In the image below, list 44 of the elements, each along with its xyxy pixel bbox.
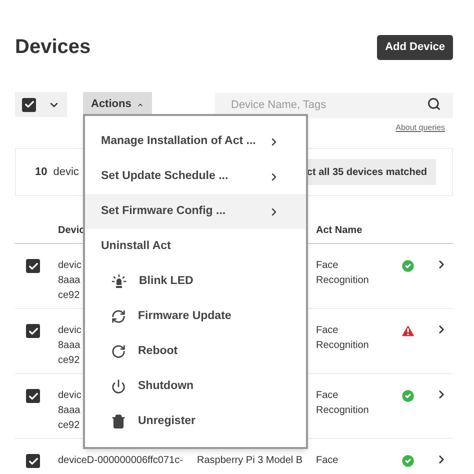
menu-item[interactable]: Set Update Schedule ... bbox=[85, 159, 306, 194]
menu-item[interactable]: Blink LED bbox=[85, 264, 306, 299]
act-name-text: Face Recognition bbox=[316, 324, 370, 353]
select-all-control[interactable] bbox=[15, 92, 67, 117]
device-id-text: 8aaa bbox=[58, 274, 80, 288]
act-name-text: Face bbox=[316, 454, 340, 468]
device-id-text: 8aaa bbox=[58, 404, 80, 418]
selected-text: devic bbox=[53, 164, 79, 180]
device-id-text: deviceD-000000006ffc071c- bbox=[58, 454, 183, 468]
column-header: Devic bbox=[58, 224, 85, 238]
device-id-text: devic bbox=[58, 389, 82, 403]
device-id-text: ce92 bbox=[58, 354, 80, 368]
menu-item[interactable]: Manage Installation of Act ... bbox=[85, 124, 306, 159]
selected-count: 10 bbox=[35, 164, 48, 180]
light-bulb-icon bbox=[111, 274, 127, 290]
device-id-text: devic bbox=[58, 259, 82, 273]
power-icon bbox=[111, 379, 126, 394]
device-id-text: ce92 bbox=[58, 289, 80, 303]
sync-icon bbox=[111, 309, 126, 324]
checkbox[interactable] bbox=[26, 389, 40, 403]
column-header: Act Name bbox=[316, 224, 362, 238]
reload-icon bbox=[111, 344, 126, 359]
search-icon[interactable] bbox=[427, 97, 441, 111]
checkbox[interactable] bbox=[26, 259, 40, 273]
device-id-text: ce92 bbox=[58, 419, 80, 433]
menu-item[interactable]: Shutdown bbox=[85, 369, 306, 404]
checkbox[interactable] bbox=[26, 454, 40, 468]
add-device-button[interactable]: Add Device bbox=[377, 34, 453, 60]
about-queries-link[interactable]: About queries bbox=[396, 122, 445, 134]
device-id-text: devic bbox=[58, 324, 82, 338]
page-title: Devices bbox=[15, 35, 91, 60]
device-model-text: Raspberry Pi 3 Model B bbox=[197, 455, 303, 466]
act-name-text: Face Recognition bbox=[316, 259, 370, 288]
device-id-text: 8aaa bbox=[58, 339, 80, 353]
menu-item[interactable]: Unregister bbox=[85, 404, 306, 439]
menu-item[interactable]: Firmware Update bbox=[85, 299, 306, 334]
checkbox[interactable] bbox=[22, 98, 36, 112]
menu-item[interactable]: Reboot bbox=[85, 334, 306, 369]
trash-icon bbox=[111, 414, 126, 429]
menu-item[interactable]: Set Firmware Config ... bbox=[85, 194, 306, 229]
search-field[interactable]: Device Name, Tags bbox=[215, 92, 453, 118]
checkbox[interactable] bbox=[26, 324, 40, 338]
menu-item[interactable]: Uninstall Act bbox=[85, 229, 306, 264]
act-name-text: Face Recognition bbox=[316, 389, 370, 418]
